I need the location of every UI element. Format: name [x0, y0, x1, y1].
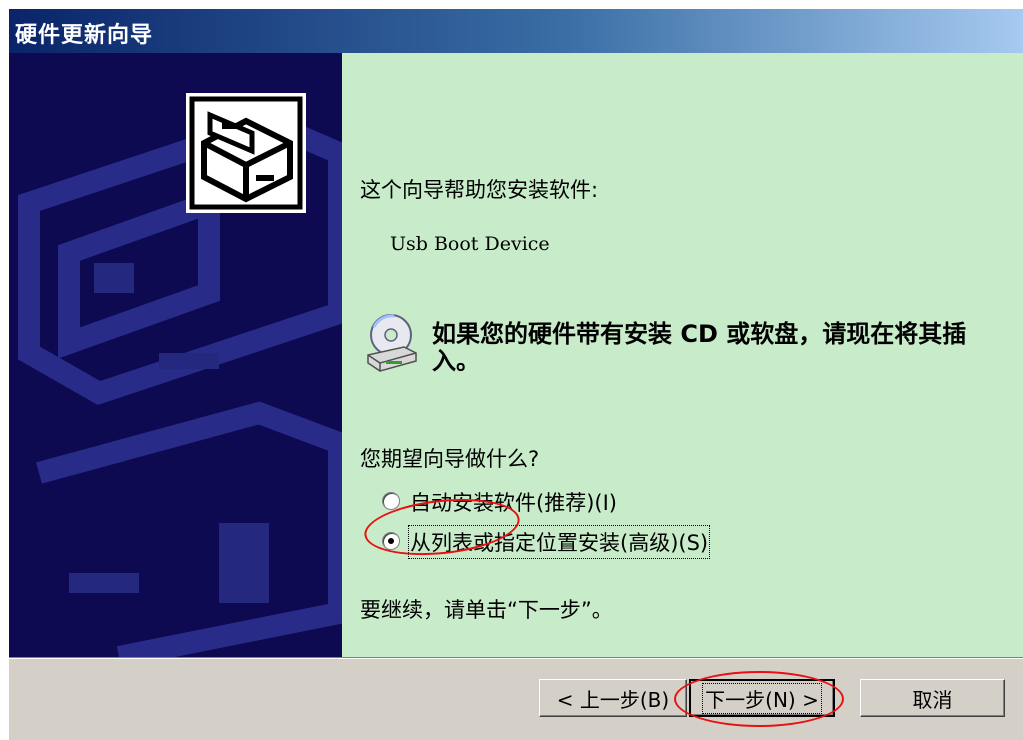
next-button[interactable]: 下一步(N) > — [689, 679, 835, 717]
button-separator — [9, 657, 1023, 659]
auto-install-label[interactable]: 自动安装软件(推荐)(I) — [410, 487, 617, 517]
intro-text: 这个向导帮助您安装软件: — [360, 178, 599, 202]
cd-insert-message: 如果您的硬件带有安装 CD 或软盘，请现在将其插入。 — [432, 320, 967, 375]
hardware-install-icon — [186, 93, 306, 213]
back-button[interactable]: < 上一步(B) — [539, 679, 687, 717]
hardware-update-wizard-window: 硬件更新向导 这个向导帮助您安装软件: Usb Boot Device 如果您的… — [9, 9, 1023, 740]
radio-button[interactable] — [382, 492, 400, 510]
manual-install-label[interactable]: 从列表或指定位置安装(高级)(S) — [407, 525, 711, 559]
radio-dot — [388, 538, 394, 544]
question-text: 您期望向导做什么? — [360, 447, 540, 471]
wizard-content: 这个向导帮助您安装软件: Usb Boot Device 如果您的硬件带有安装 … — [342, 53, 1023, 657]
radio-button-selected[interactable] — [382, 532, 400, 550]
cancel-button[interactable]: 取消 — [860, 679, 1005, 717]
device-name: Usb Boot Device — [390, 233, 550, 255]
next-button-label: 下一步(N) > — [702, 682, 822, 714]
window-title: 硬件更新向导 — [15, 23, 154, 48]
wizard-side-banner — [9, 53, 342, 657]
title-bar[interactable]: 硬件更新向导 — [9, 9, 1023, 53]
continue-hint: 要继续，请单击“下一步”。 — [360, 598, 613, 622]
cd-drive-icon — [364, 313, 418, 373]
